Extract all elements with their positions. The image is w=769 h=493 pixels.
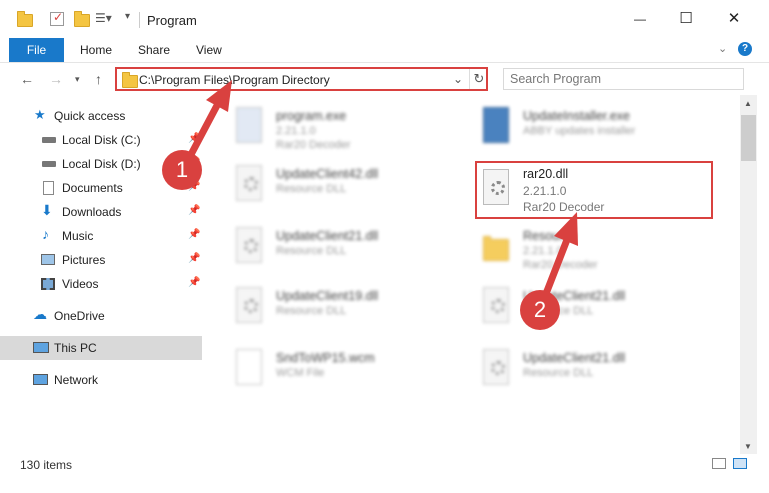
arrow-2-head [554, 212, 578, 246]
annotation-overlay [182, 80, 578, 308]
step-1-badge: 1 [162, 150, 202, 190]
step-2-badge: 2 [520, 290, 560, 330]
